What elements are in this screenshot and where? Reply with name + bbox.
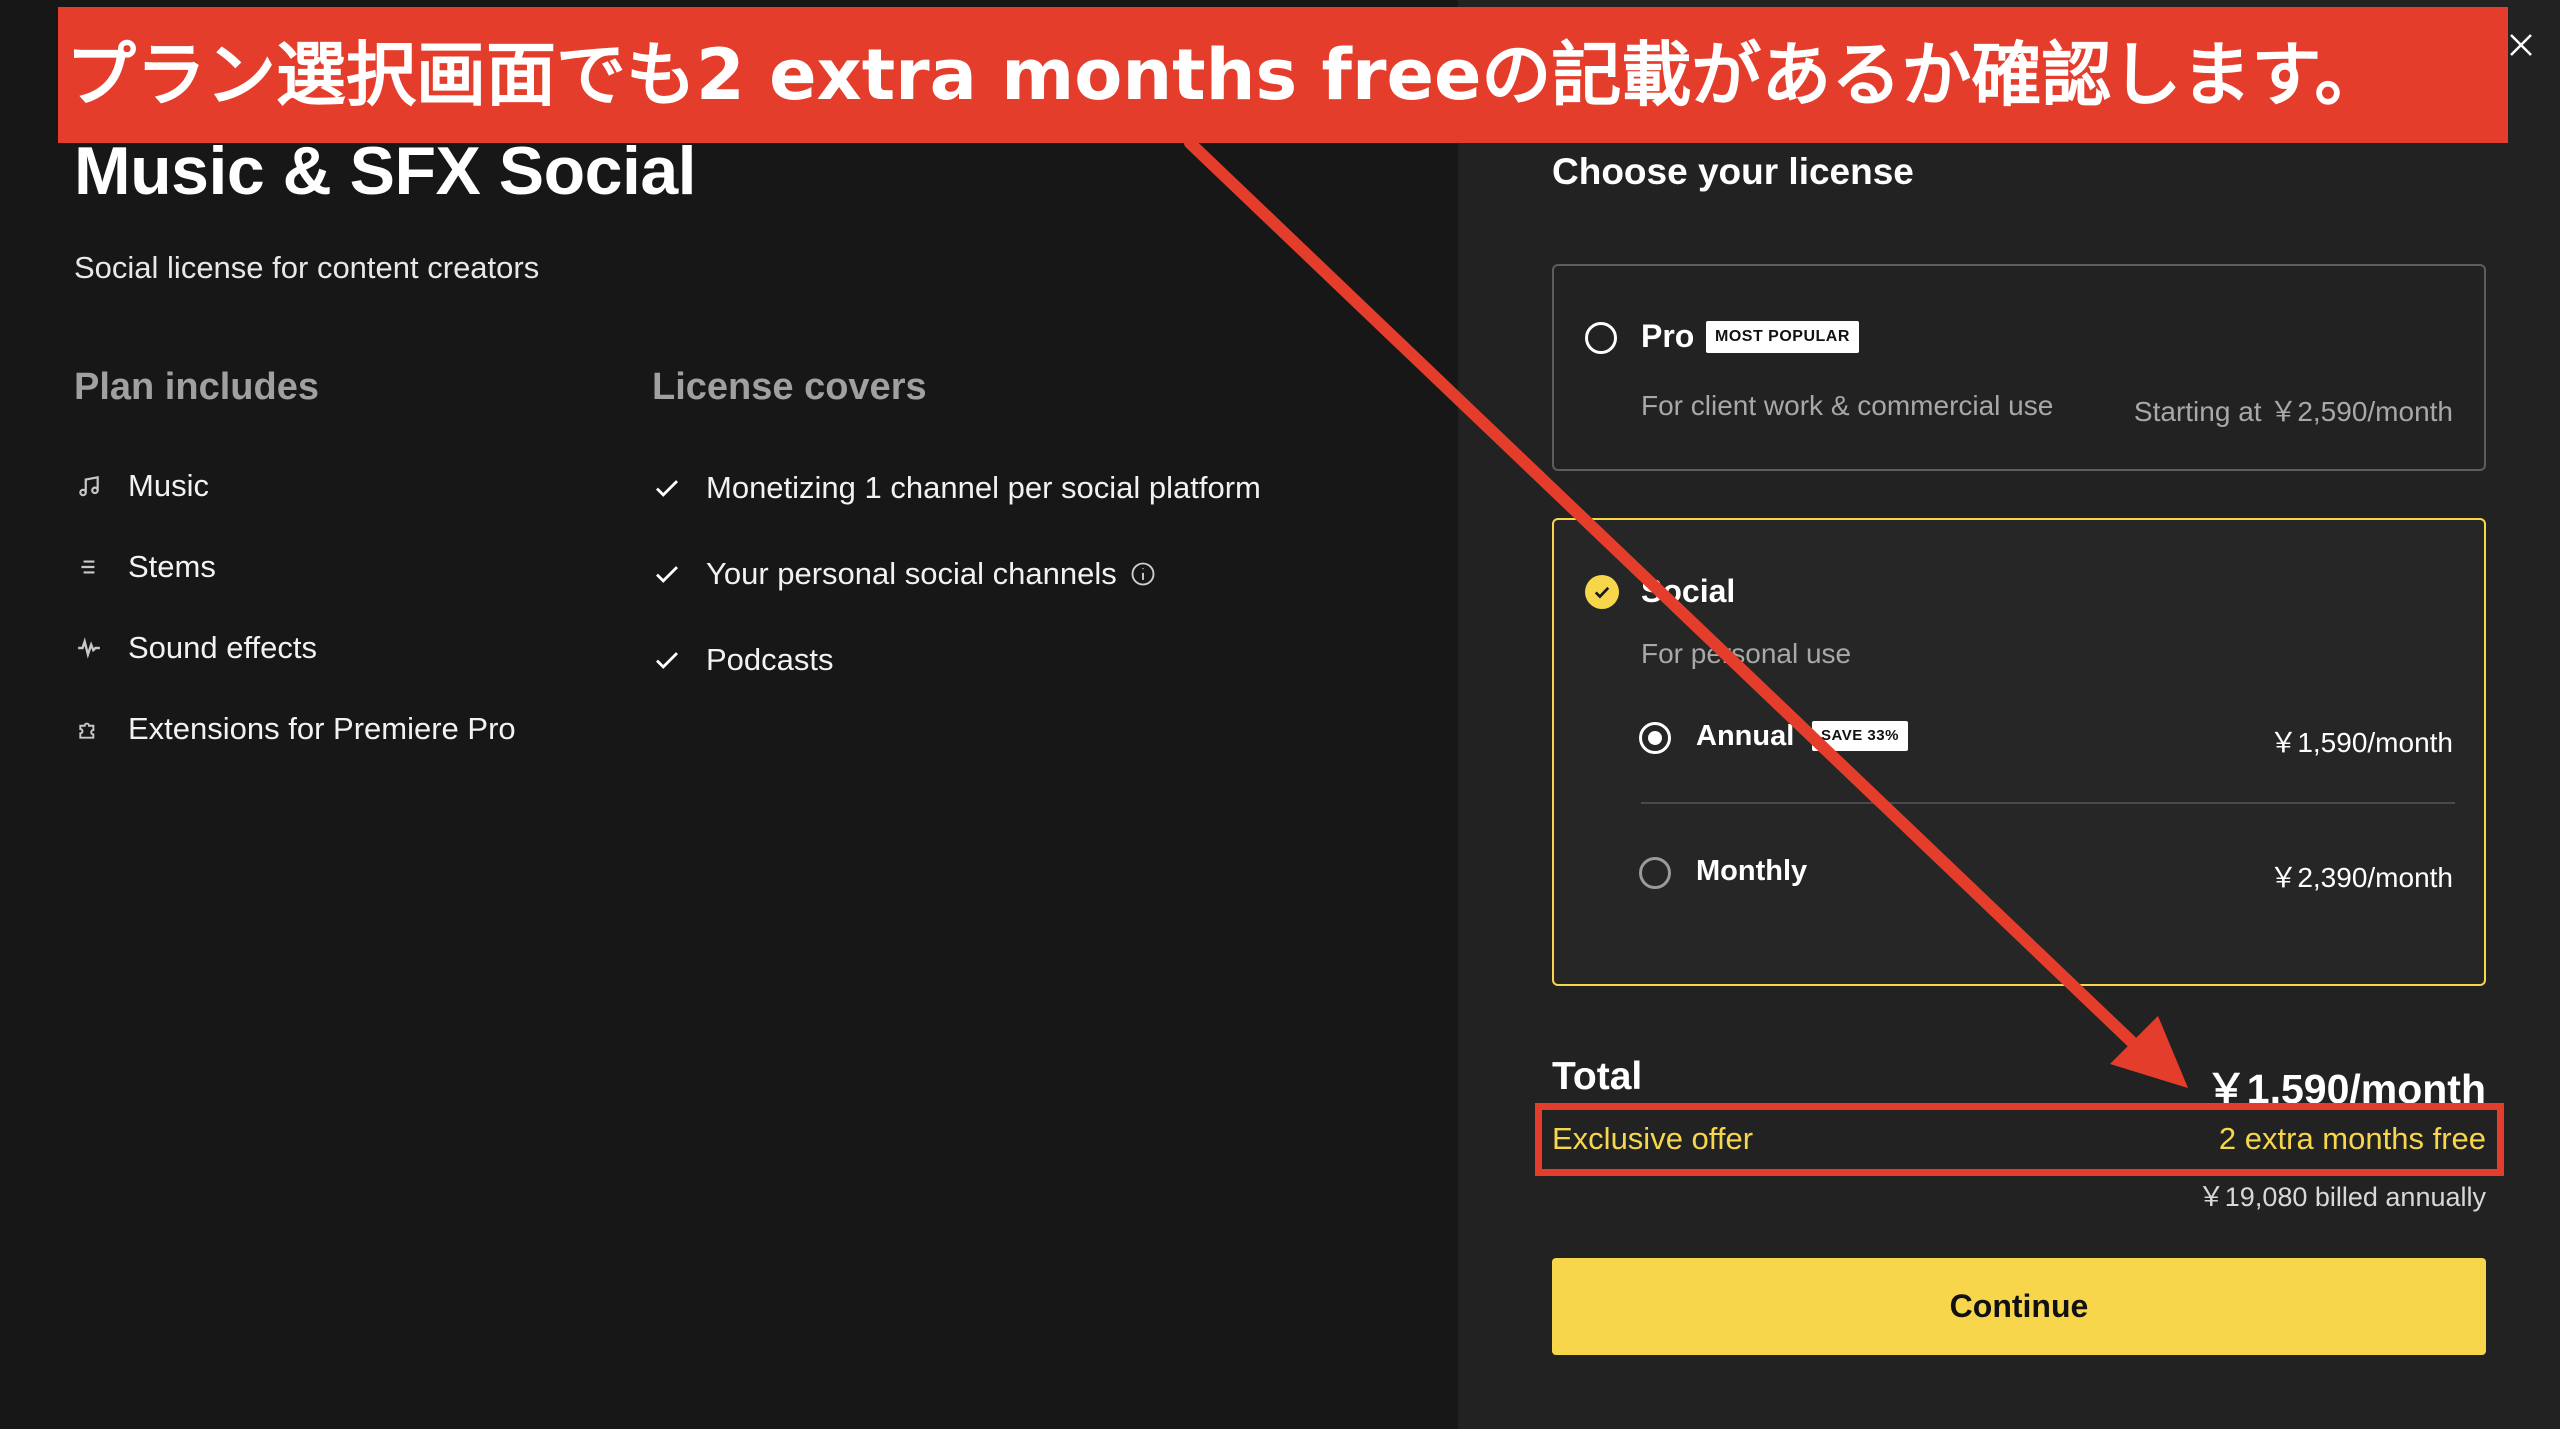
pro-radio[interactable]	[1585, 322, 1617, 354]
plan-includes-item-premiere-extensions: Extensions for Premiere Pro	[76, 711, 516, 747]
license-covers-label: Your personal social channels	[706, 556, 1117, 591]
plan-includes-heading: Plan includes	[74, 366, 319, 408]
pro-price: Starting at ￥2,590/month	[2133, 396, 2453, 427]
license-covers-item: Podcasts	[652, 642, 834, 678]
checkmark-icon	[652, 645, 706, 675]
checkmark-icon	[652, 559, 706, 589]
billed-annually-text: ￥19,080 billed annually	[2197, 1182, 2486, 1212]
plan-title: Music & SFX Social	[74, 133, 697, 209]
license-covers-item: Monetizing 1 channel per social platform	[652, 470, 1261, 506]
option-divider	[1641, 802, 2455, 804]
continue-button[interactable]: Continue	[1552, 1258, 2486, 1355]
annual-price: ￥1,590/month	[2269, 727, 2453, 758]
save-badge: SAVE 33%	[1812, 721, 1908, 751]
plan-includes-item-music: Music	[76, 468, 209, 504]
license-covers-label: Monetizing 1 channel per social platform	[706, 470, 1261, 505]
plan-includes-label: Stems	[128, 549, 216, 584]
radio-dot	[1648, 731, 1662, 745]
monthly-label: Monthly	[1696, 855, 1808, 887]
waveform-icon	[76, 635, 128, 661]
checkmark-icon	[652, 473, 706, 503]
license-option-pro[interactable]: Pro MOST POPULAR For client work & comme…	[1552, 264, 2486, 471]
plan-includes-label: Extensions for Premiere Pro	[128, 711, 516, 746]
license-option-social[interactable]: Social For personal use Annual SAVE 33% …	[1552, 518, 2486, 986]
music-note-icon	[76, 473, 128, 499]
license-covers-item: Your personal social channels	[652, 556, 1157, 592]
plan-subtitle: Social license for content creators	[74, 250, 540, 285]
most-popular-badge: MOST POPULAR	[1706, 321, 1859, 353]
monthly-price: ￥2,390/month	[2269, 862, 2453, 893]
annotation-banner: プラン選択画面でも2 extra months freeの記載があるか確認します…	[58, 7, 2508, 143]
stems-icon	[76, 554, 128, 580]
social-description: For personal use	[1641, 638, 1852, 669]
annotation-highlight-box	[1535, 1103, 2504, 1176]
plan-includes-label: Music	[128, 468, 209, 503]
plan-includes-item-sound-effects: Sound effects	[76, 630, 317, 666]
selected-check-icon	[1585, 575, 1619, 609]
plan-details-pane: Music & SFX Social Social license for co…	[0, 0, 1458, 1429]
plan-includes-label: Sound effects	[128, 630, 318, 665]
pro-description: For client work & commercial use	[1641, 390, 2054, 421]
social-name: Social	[1641, 573, 1736, 609]
license-covers-label: Podcasts	[706, 642, 834, 677]
pro-name: Pro	[1641, 318, 1695, 354]
annual-label: Annual	[1696, 720, 1795, 752]
total-label: Total	[1552, 1055, 1643, 1098]
annual-radio[interactable]	[1639, 722, 1671, 754]
license-covers-heading: License covers	[652, 366, 927, 408]
puzzle-icon	[76, 716, 128, 742]
close-icon	[2510, 34, 2532, 56]
info-icon[interactable]	[1129, 560, 1157, 588]
plan-includes-item-stems: Stems	[76, 549, 216, 585]
license-heading: Choose your license	[1552, 151, 1914, 192]
monthly-radio[interactable]	[1639, 857, 1671, 889]
